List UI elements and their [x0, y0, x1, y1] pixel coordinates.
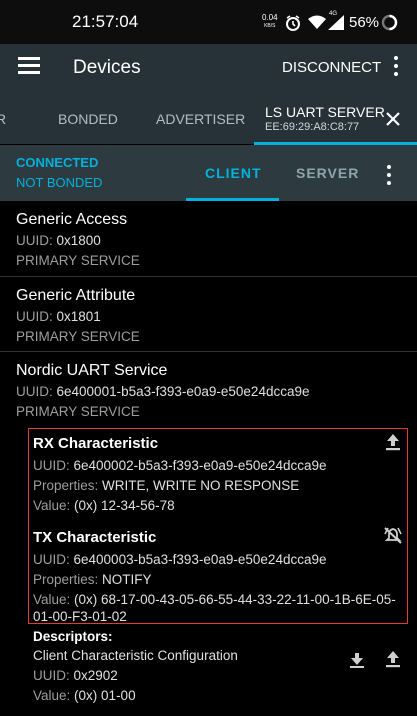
divider — [0, 351, 417, 352]
connection-bar: CONNECTED NOT BONDED CLIENT SERVER — [0, 145, 417, 201]
hamburger-menu-icon[interactable] — [18, 57, 40, 77]
service-uuid-row: UUID: 0x1800 — [16, 233, 101, 248]
characteristic-tx-value: Value: (0x) 68-17-00-43-05-66-55-44-33-2… — [33, 592, 396, 607]
descriptor-name[interactable]: Client Characteristic Configuration — [33, 648, 238, 663]
service-uuid: 0x1800 — [56, 233, 101, 248]
service-uuid-row: UUID: 0x1801 — [16, 309, 101, 324]
value-text: (0x) 12-34-56-78 — [74, 498, 175, 513]
service-uuid: 6e400001-b5a3-f393-e0a9-e50e24dcca9e — [56, 384, 310, 399]
value-text: (0x) 01-00 — [74, 688, 136, 703]
battery-icon — [381, 14, 398, 31]
overflow-menu-icon[interactable] — [394, 56, 398, 80]
value-text-cont: 01-00-F3-01-02 — [33, 609, 127, 624]
network-speed-unit: KB/S — [264, 23, 276, 29]
close-icon[interactable] — [385, 111, 401, 127]
characteristic-tx-name[interactable]: TX Characteristic — [33, 529, 156, 546]
page-title: Devices — [73, 57, 141, 78]
connection-state: CONNECTED — [16, 155, 99, 170]
bond-state: NOT BONDED — [16, 175, 103, 190]
value-label: Value: — [33, 592, 71, 607]
network-speed-value: 0.04 — [262, 13, 278, 22]
service-name: Generic Access — [16, 211, 128, 228]
uuid-label: UUID: — [16, 309, 53, 324]
characteristic-tx-properties: Properties: NOTIFY — [33, 572, 152, 587]
characteristic-rx-name[interactable]: RX Characteristic — [33, 435, 158, 452]
characteristic-tx-uuid: UUID: 6e400003-b5a3-f393-e0a9-e50e24dcca… — [33, 552, 326, 567]
alarm-icon — [286, 15, 300, 31]
wifi-icon — [308, 15, 326, 29]
descriptors-heading: Descriptors: — [33, 629, 113, 644]
properties-value: WRITE, WRITE NO RESPONSE — [102, 478, 300, 493]
characteristic-tx-value-cont: 01-00-F3-01-02 — [33, 609, 127, 624]
write-upload-icon[interactable] — [383, 649, 403, 669]
status-bar: 21:57:04 0.04 KB/S 4G 56% — [0, 0, 417, 44]
service-name: Generic Attribute — [16, 287, 136, 304]
service-type: PRIMARY SERVICE — [16, 404, 140, 419]
value-text: (0x) 68-17-00-43-05-66-55-44-33-22-11-00… — [74, 592, 396, 607]
tab-ls-uart-server[interactable]: LS UART SERVER EE:69:29:A8:C8:77 — [265, 104, 385, 133]
properties-value: NOTIFY — [102, 572, 152, 587]
uuid-value: 6e400002-b5a3-f393-e0a9-e50e24dcca9e — [73, 458, 327, 473]
descriptor-uuid: UUID: 0x2902 — [33, 668, 118, 683]
properties-label: Properties: — [33, 478, 99, 493]
characteristic-rx-uuid: UUID: 6e400002-b5a3-f393-e0a9-e50e24dcca… — [33, 458, 326, 473]
tab-server-name: LS UART SERVER — [265, 104, 385, 120]
tab-partial[interactable]: R — [0, 111, 6, 127]
service-uuid-row: UUID: 6e400001-b5a3-f393-e0a9-e50e24dcca… — [16, 384, 309, 399]
characteristic-rx-value: Value: (0x) 12-34-56-78 — [33, 498, 175, 513]
service-name: Nordic UART Service — [16, 362, 168, 379]
tab-server-address: EE:69:29:A8:C8:77 — [265, 121, 360, 133]
descriptor-value: Value: (0x) 01-00 — [33, 688, 136, 703]
uuid-label: UUID: — [33, 458, 70, 473]
uuid-value: 6e400003-b5a3-f393-e0a9-e50e24dcca9e — [73, 552, 327, 567]
battery-percent: 56% — [349, 14, 380, 31]
tab-bonded[interactable]: BONDED — [58, 111, 118, 127]
uuid-label: UUID: — [33, 668, 70, 683]
status-time: 21:57:04 — [72, 12, 139, 31]
notifications-off-icon[interactable] — [383, 525, 403, 545]
uuid-label: UUID: — [33, 552, 70, 567]
tab-client[interactable]: CLIENT — [205, 165, 262, 181]
network-type: 4G — [329, 11, 338, 17]
device-tabs: R BONDED ADVERTISER LS UART SERVER EE:69… — [0, 92, 417, 144]
uuid-label: UUID: — [16, 233, 53, 248]
read-download-icon[interactable] — [347, 649, 367, 669]
value-label: Value: — [33, 688, 71, 703]
service-type: PRIMARY SERVICE — [16, 329, 140, 344]
cellular-signal-icon — [328, 15, 344, 30]
app-bar: Devices DISCONNECT — [0, 44, 417, 92]
disconnect-button[interactable]: DISCONNECT — [282, 59, 381, 76]
value-label: Value: — [33, 498, 71, 513]
services-list: Generic Access UUID: 0x1800 PRIMARY SERV… — [0, 201, 417, 716]
service-uuid: 0x1801 — [56, 309, 101, 324]
uuid-value: 0x2902 — [73, 668, 118, 683]
service-type: PRIMARY SERVICE — [16, 253, 140, 268]
tab-server[interactable]: SERVER — [296, 165, 359, 181]
uuid-label: UUID: — [16, 384, 53, 399]
tab-advertiser[interactable]: ADVERTISER — [156, 111, 245, 127]
properties-label: Properties: — [33, 572, 99, 587]
write-upload-icon[interactable] — [383, 432, 403, 452]
network-speed: 0.04 KB/S — [262, 14, 278, 30]
connection-overflow-icon[interactable] — [387, 165, 391, 189]
divider — [0, 276, 417, 277]
characteristic-rx-properties: Properties: WRITE, WRITE NO RESPONSE — [33, 478, 299, 493]
